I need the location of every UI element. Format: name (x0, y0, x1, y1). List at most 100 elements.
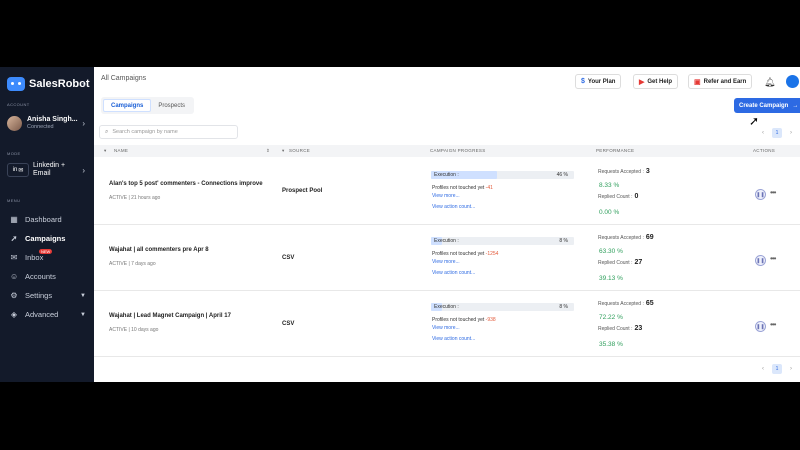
sidebar-item-label: Campaigns (25, 234, 66, 243)
logo[interactable]: SalesRobot (7, 77, 90, 91)
view-more-link[interactable]: View more... (432, 325, 460, 331)
requests-label: Requests Accepted : (598, 169, 644, 175)
campaign-meta: ACTIVE | 7 days ago (109, 261, 156, 267)
your-plan-label: Your Plan (587, 78, 616, 85)
column-name[interactable]: NAME (114, 148, 128, 153)
pause-icon: ❚❚ (756, 323, 765, 330)
replied-percent: 39.13 % (599, 275, 623, 282)
tab-prospects[interactable]: Prospects (151, 99, 192, 112)
more-options-icon[interactable]: ••• (770, 188, 776, 197)
column-actions: ACTIONS (753, 148, 776, 153)
replied-label: Replied Count : (598, 326, 633, 332)
execution-percent: 46 % (556, 172, 568, 178)
create-campaign-button[interactable]: Create Campaign → (734, 98, 800, 113)
logo-text: SalesRobot (29, 78, 90, 90)
table-row[interactable]: Wajahat | Lead Magnet Campaign | April 1… (94, 291, 800, 357)
arrow-right-icon: → (792, 102, 799, 109)
accounts-icon: ☺ (10, 271, 19, 281)
chevron-left-icon[interactable]: ‹ (762, 366, 764, 372)
replied-count: Replied Count :0 (598, 193, 638, 200)
not-touched-text: Profiles not touched yet -41 (432, 185, 493, 191)
mode-selector[interactable]: in ✉ Linkedin + Email › (7, 158, 89, 182)
table-row[interactable]: Wajahat | all commenters pre Apr 8 ACTIV… (94, 225, 800, 291)
sort-icon[interactable]: ⇕ (266, 148, 270, 154)
sidebar-item-inbox[interactable]: ✉ Inbox NEW (0, 248, 94, 267)
more-options-icon[interactable]: ••• (770, 254, 776, 263)
mode-icons: in ✉ (7, 163, 29, 177)
campaign-meta: ACTIVE | 21 hours ago (109, 195, 161, 201)
chevron-left-icon[interactable]: ‹ (82, 78, 85, 89)
column-source[interactable]: SOURCE (289, 148, 310, 153)
view-more-link[interactable]: View more... (432, 259, 460, 265)
requests-percent: 72.22 % (599, 314, 623, 321)
sidebar-item-dashboard[interactable]: ▦ Dashboard (0, 210, 94, 229)
linkedin-icon: in (12, 167, 18, 173)
table-header: ▾ NAME ⇕ ▾ SOURCE CAMPAIGN PROGRESS PERF… (94, 145, 800, 157)
refer-button[interactable]: ▣ Refer and Earn (688, 74, 753, 89)
not-touched-text: Profiles not touched yet -1254 (432, 251, 498, 257)
more-options-icon[interactable]: ••• (770, 320, 776, 329)
replied-value: 27 (634, 259, 643, 266)
pause-button[interactable]: ❚❚ (755, 255, 766, 266)
campaign-source: CSV (282, 255, 295, 261)
search-icon: ⌕ (105, 128, 109, 135)
sidebar-item-accounts[interactable]: ☺ Accounts (0, 267, 94, 286)
campaign-name[interactable]: Wajahat | Lead Magnet Campaign | April 1… (109, 313, 231, 319)
search-placeholder: Search campaign by name (112, 129, 178, 135)
requests-percent: 8.33 % (599, 182, 620, 189)
view-more-link[interactable]: View more... (432, 193, 460, 199)
requests-value: 3 (645, 168, 650, 175)
view-action-count-link[interactable]: View action count... (432, 336, 475, 342)
not-touched-label: Profiles not touched yet (432, 185, 485, 191)
not-touched-text: Profiles not touched yet -938 (432, 317, 496, 323)
not-touched-label: Profiles not touched yet (432, 251, 485, 257)
replied-count: Replied Count :27 (598, 259, 642, 266)
chevron-right-icon: › (82, 118, 85, 128)
page-title: All Campaigns (101, 75, 147, 82)
execution-bar: Execution : 8 % (431, 237, 574, 245)
get-help-button[interactable]: ▶ Get Help (633, 74, 679, 89)
sidebar-item-label: Settings (25, 291, 53, 300)
not-touched-value: -41 (485, 185, 493, 191)
pause-button[interactable]: ❚❚ (755, 321, 766, 332)
sidebar-item-advanced[interactable]: ◈ Advanced ▼ (0, 305, 94, 324)
mouse-cursor-icon: ➚ (749, 114, 760, 128)
pause-button[interactable]: ❚❚ (755, 189, 766, 200)
not-touched-label: Profiles not touched yet (432, 317, 485, 323)
chevron-right-icon[interactable]: › (790, 366, 792, 372)
view-action-count-link[interactable]: View action count... (432, 270, 475, 276)
table-row[interactable]: Alan's top 5 post' commenters - Connecti… (94, 159, 800, 225)
execution-bar: Execution : 8 % (431, 303, 574, 311)
replied-count: Replied Count :23 (598, 325, 642, 332)
execution-label: Execution : (434, 238, 459, 244)
campaign-name[interactable]: Wajahat | all commenters pre Apr 8 (109, 247, 209, 253)
column-performance: PERFORMANCE (596, 148, 635, 153)
dollar-icon: $ (581, 78, 585, 85)
gift-icon: ▣ (694, 78, 701, 86)
rocket-icon: ➚ (10, 233, 18, 243)
bell-icon[interactable]: 🔔︎ (764, 77, 775, 88)
account-selector[interactable]: Anisha Singh... Connected › (7, 113, 89, 133)
page-number[interactable]: 1 (772, 128, 782, 138)
search-input[interactable]: ⌕ Search campaign by name (99, 125, 238, 139)
your-plan-button[interactable]: $ Your Plan (575, 74, 622, 89)
robot-logo-icon (7, 77, 25, 91)
replied-percent: 0.00 % (599, 209, 620, 216)
sidebar-item-campaigns[interactable]: ➚ Campaigns (0, 229, 94, 248)
page-number[interactable]: 1 (772, 364, 782, 374)
requests-value: 65 (645, 300, 654, 307)
user-menu-avatar[interactable] (786, 75, 799, 88)
inbox-icon: ✉ (10, 252, 18, 262)
new-badge: NEW (39, 249, 53, 254)
tab-campaigns[interactable]: Campaigns (103, 99, 152, 112)
column-progress: CAMPAIGN PROGRESS (430, 148, 486, 153)
campaign-name[interactable]: Alan's top 5 post' commenters - Connecti… (109, 181, 263, 187)
chevron-right-icon[interactable]: › (790, 130, 792, 136)
view-action-count-link[interactable]: View action count... (432, 204, 475, 210)
chevron-left-icon[interactable]: ‹ (762, 130, 764, 136)
sidebar-item-settings[interactable]: ⚙ Settings ▼ (0, 286, 94, 305)
execution-percent: 8 % (559, 304, 568, 310)
filter-icon[interactable]: ▾ (282, 148, 285, 154)
filter-icon[interactable]: ▾ (104, 148, 107, 154)
chevron-right-icon: › (82, 165, 85, 175)
